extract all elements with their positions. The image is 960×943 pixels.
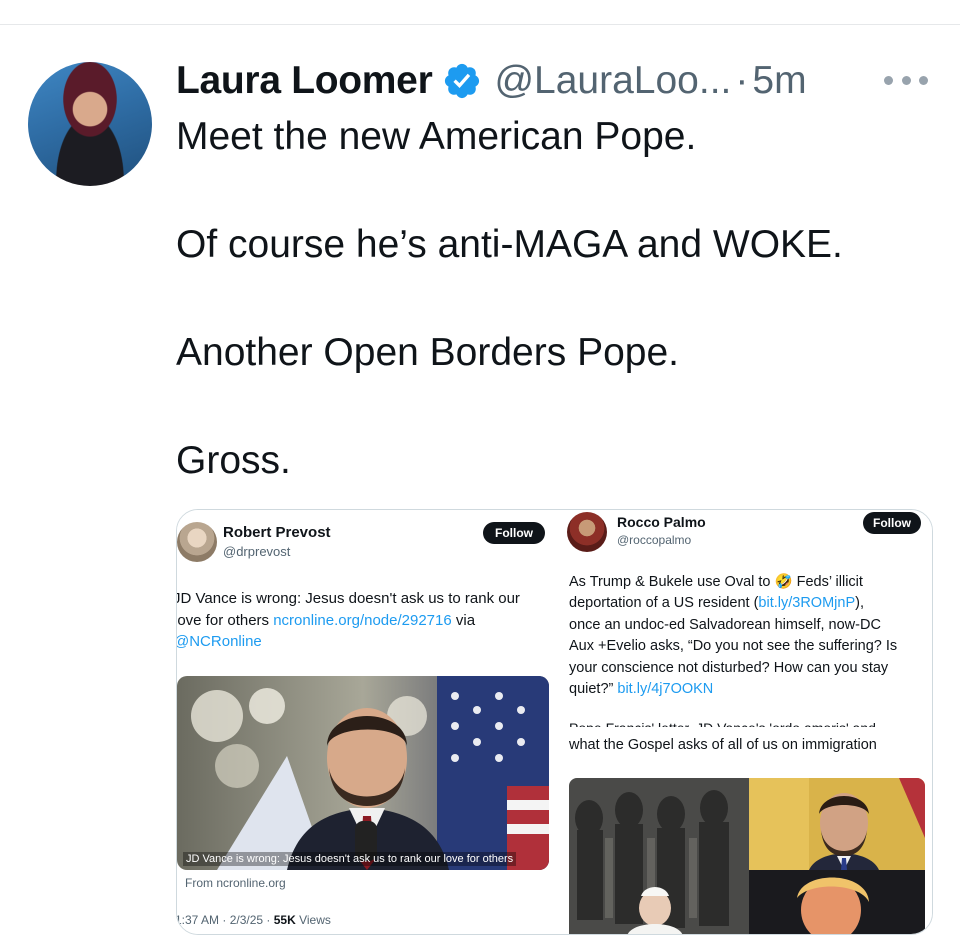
- embedded-meta-left: 1:37 AM · 2/3/25 · 55K Views: [177, 913, 331, 927]
- verified-badge-icon[interactable]: [442, 61, 482, 101]
- embedded-text-right: As Trump & Bukele use Oval to 🤣 Feds’ il…: [569, 572, 931, 700]
- embedded-tweet-right: Rocco Palmo @roccopalmo Follow As Trump …: [565, 510, 932, 934]
- vance-photo-art: [177, 676, 549, 870]
- collage-photo: [569, 778, 925, 934]
- embedded-line: Aux +Evelio asks, “Do you not see the su…: [569, 638, 898, 655]
- embedded-handle-right: @roccopalmo: [617, 533, 692, 547]
- more-horizontal-icon[interactable]: [884, 72, 928, 88]
- author-avatar[interactable]: [28, 62, 152, 186]
- vance-photo: JD Vance is wrong: Jesus doesn't ask us …: [177, 676, 549, 870]
- collage-art: [569, 778, 925, 934]
- timestamp[interactable]: 5m: [752, 59, 806, 103]
- headline-line: what the Gospel asks of all of us on imm…: [569, 737, 877, 753]
- tweet-line: Meet the new American Pope.: [176, 115, 697, 158]
- embedded-handle-left: @drprevost: [223, 544, 291, 559]
- author-handle[interactable]: @LauraLoo...: [494, 59, 731, 103]
- embedded-link: @NCRonline: [177, 633, 262, 650]
- link-source: From ncronline.org: [185, 876, 286, 890]
- embedded-text-left: JD Vance is wrong: Jesus doesn't ask us …: [177, 588, 560, 653]
- embedded-line: once an undoc-ed Salvadorean himself, no…: [569, 616, 881, 633]
- tweet-line: Gross.: [176, 439, 291, 482]
- embedded-avatar-left: [177, 522, 217, 562]
- embedded-tweet-left: Robert Prevost @drprevost Follow JD Vanc…: [177, 510, 560, 934]
- embedded-line: love for others ncronline.org/node/29271…: [177, 611, 476, 629]
- tweet-line: Another Open Borders Pope.: [176, 331, 679, 374]
- follow-button-right: Follow: [863, 512, 921, 534]
- embedded-line: quiet?” bit.ly/4j7OOKN: [569, 681, 714, 698]
- embedded-name-right: Rocco Palmo: [617, 514, 706, 530]
- photo-caption: JD Vance is wrong: Jesus doesn't ask us …: [183, 852, 517, 866]
- author-name[interactable]: Laura Loomer: [176, 59, 433, 103]
- embedded-line: As Trump & Bukele use Oval to 🤣 Feds’ il…: [569, 574, 863, 590]
- embedded-line: JD Vance is wrong: Jesus doesn't ask us …: [177, 590, 520, 607]
- tweet-text: Meet the new American Pope. Of course he…: [176, 110, 936, 488]
- embedded-name-left: Robert Prevost: [223, 524, 331, 541]
- embedded-line: your conscience not disturbed? How can y…: [569, 659, 889, 676]
- tweet-header: Laura Loomer @LauraLoo... · 5m: [176, 56, 807, 106]
- embedded-line: deportation of a US resident (bit.ly/3RO…: [569, 595, 864, 612]
- separator-dot: ·: [735, 59, 749, 102]
- follow-button-left: Follow: [483, 522, 545, 544]
- cut-off-headline: Pope Francis' letter, JD Vance's 'ordo a…: [569, 718, 876, 727]
- attached-image[interactable]: Robert Prevost @drprevost Follow JD Vanc…: [176, 509, 933, 935]
- tweet-line: Of course he’s anti-MAGA and WOKE.: [176, 223, 843, 266]
- embedded-avatar-right: [567, 512, 607, 552]
- top-divider: [0, 24, 960, 25]
